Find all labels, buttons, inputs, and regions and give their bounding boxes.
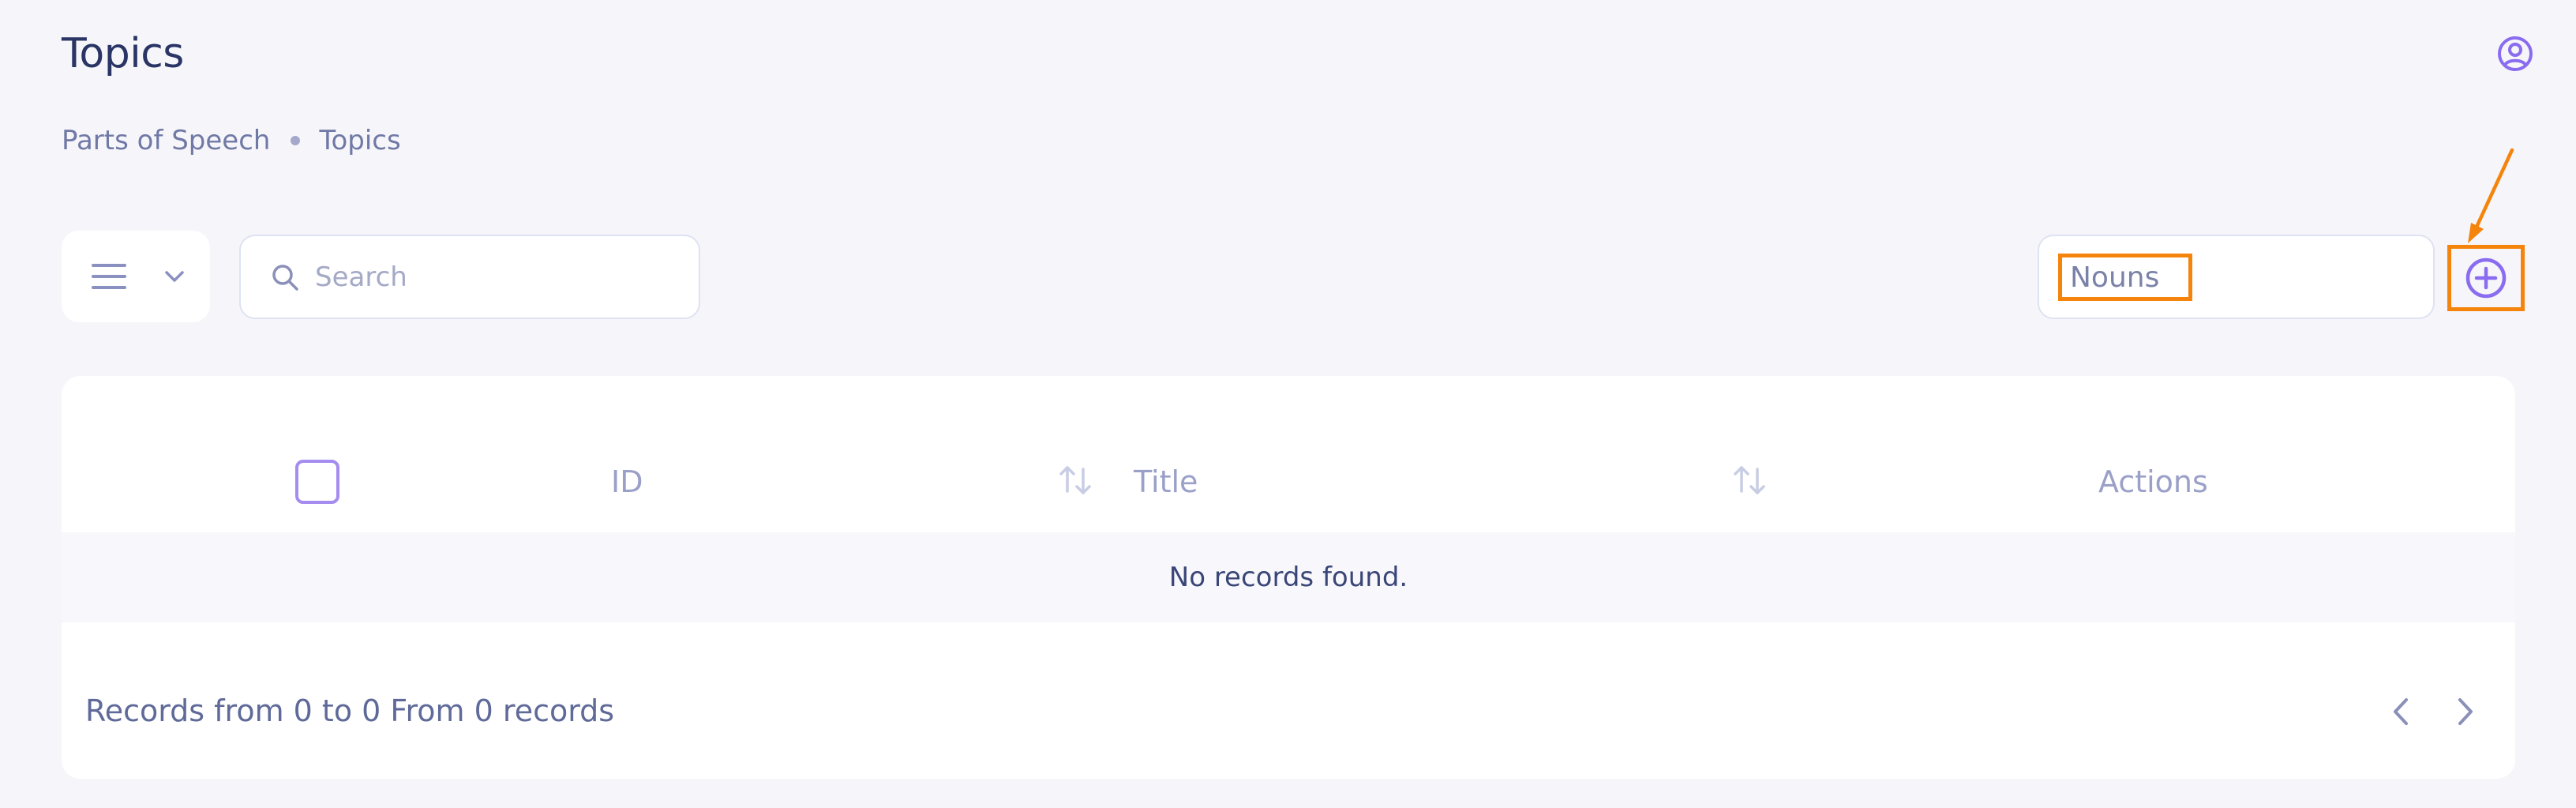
column-header-title[interactable]: Title — [1134, 464, 1198, 499]
annotation-arrow — [2468, 148, 2514, 243]
topic-filter-select[interactable]: Nouns — [2038, 235, 2435, 319]
next-page-button[interactable] — [2446, 690, 2485, 733]
empty-state-row: No records found. — [62, 532, 2515, 622]
sort-arrows-icon[interactable] — [1732, 464, 1767, 496]
breadcrumb-separator — [291, 136, 301, 145]
column-header-actions: Actions — [2098, 464, 2208, 499]
chevron-down-icon — [165, 271, 184, 282]
chevron-left-icon — [2394, 698, 2408, 725]
records-summary: Records from 0 to 0 From 0 records — [85, 693, 615, 728]
view-menu-button[interactable] — [62, 231, 210, 322]
column-header-id[interactable]: ID — [611, 464, 643, 499]
search-field[interactable] — [239, 235, 700, 319]
page: Topics Parts of Speech Topics Nouns — [0, 0, 2576, 808]
plus-circle-icon — [2465, 257, 2507, 299]
search-input[interactable] — [315, 261, 678, 293]
add-topic-button[interactable] — [2447, 245, 2525, 311]
user-circle-icon — [2498, 36, 2533, 71]
hamburger-menu-icon — [92, 264, 126, 289]
select-all-checkbox[interactable] — [295, 460, 339, 504]
sort-arrows-icon[interactable] — [1058, 464, 1093, 496]
breadcrumb-item-parts-of-speech[interactable]: Parts of Speech — [62, 125, 270, 156]
topics-table-card: ID Title Actions No records found. Recor… — [62, 376, 2515, 779]
chevron-right-icon — [2458, 698, 2473, 725]
page-title: Topics — [62, 30, 184, 77]
breadcrumb-item-topics: Topics — [319, 125, 401, 156]
user-account-button[interactable] — [2496, 35, 2534, 73]
breadcrumb: Parts of Speech Topics — [62, 125, 401, 156]
search-icon — [272, 264, 298, 291]
table-header: ID Title Actions — [62, 376, 2515, 532]
topic-filter-value: Nouns — [2058, 254, 2192, 301]
previous-page-button[interactable] — [2381, 690, 2420, 733]
empty-state-message: No records found. — [1168, 562, 1408, 593]
